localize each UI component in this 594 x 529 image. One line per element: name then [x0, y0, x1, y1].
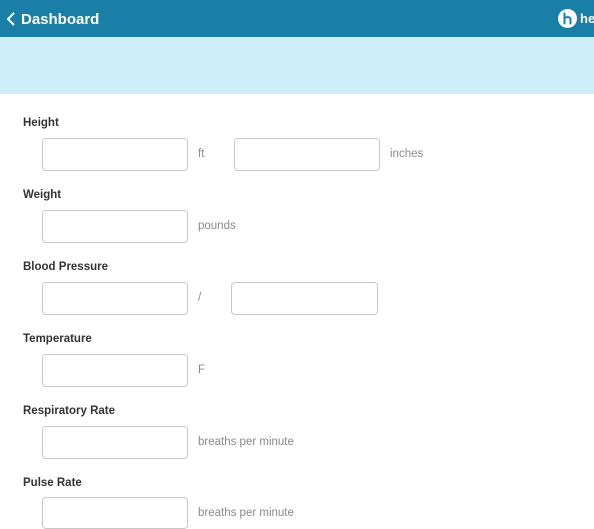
feet-unit-label: ft	[198, 148, 205, 160]
height-feet-input[interactable]	[42, 138, 188, 171]
diastolic-input[interactable]	[231, 282, 378, 315]
back-link-label: Dashboard	[21, 10, 100, 28]
weight-input[interactable]	[42, 210, 188, 243]
height-label: Height	[23, 117, 59, 129]
weight-label: Weight	[23, 189, 62, 201]
chevron-left-icon	[6, 12, 15, 26]
pulse-rate-input[interactable]	[42, 497, 188, 529]
respiratory-rate-input[interactable]	[42, 426, 188, 459]
inches-unit-label: inches	[390, 148, 424, 160]
temperature-input[interactable]	[42, 354, 188, 387]
pressure-separator: /	[198, 292, 202, 304]
top-bar: Dashboard he	[0, 0, 594, 37]
systolic-input[interactable]	[42, 282, 188, 315]
pounds-unit-label: pounds	[198, 220, 236, 232]
fahrenheit-unit-label: F	[198, 364, 206, 376]
temperature-label: Temperature	[23, 333, 92, 345]
brand-logo-icon	[558, 8, 577, 28]
pulse-unit-label: breaths per minute	[198, 507, 294, 519]
blood-pressure-label: Blood Pressure	[23, 261, 108, 273]
back-to-dashboard-link[interactable]: Dashboard	[6, 9, 99, 29]
respiratory-rate-label: Respiratory Rate	[23, 405, 116, 417]
info-banner	[0, 37, 594, 94]
height-inches-input[interactable]	[234, 138, 380, 171]
pulse-rate-label: Pulse Rate	[23, 477, 82, 489]
brand-name: he	[580, 10, 594, 26]
respiratory-unit-label: breaths per minute	[198, 436, 294, 448]
brand: he	[558, 8, 594, 28]
